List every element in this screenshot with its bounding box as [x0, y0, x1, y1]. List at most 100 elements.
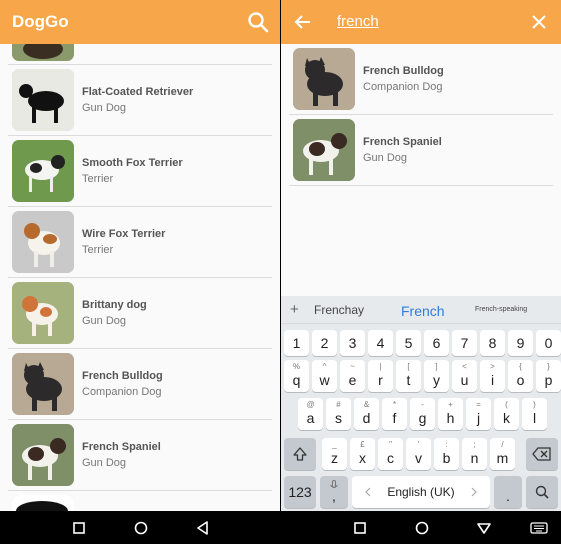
plus-icon[interactable]: +: [290, 301, 299, 318]
key[interactable]: ^ w: [312, 360, 337, 392]
key[interactable]: ; n: [462, 438, 487, 470]
key[interactable]: & d: [354, 398, 379, 430]
home-icon[interactable]: [413, 519, 431, 537]
home-icon[interactable]: [132, 519, 150, 537]
key[interactable]: 4: [368, 330, 393, 356]
key[interactable]: % q: [284, 360, 309, 392]
key[interactable]: £ x: [350, 438, 375, 470]
suggestion-item[interactable]: French: [401, 303, 445, 319]
key[interactable]: @ a: [298, 398, 323, 430]
key[interactable]: > i: [480, 360, 505, 392]
key[interactable]: = j: [466, 398, 491, 430]
key-label: 2: [320, 335, 329, 351]
key-label: m: [496, 450, 509, 466]
space-key[interactable]: English (UK): [352, 476, 490, 508]
key-alt-symbol: _: [332, 440, 337, 449]
suggestion-item[interactable]: Frenchay: [314, 303, 364, 317]
key[interactable]: 5: [396, 330, 421, 356]
key[interactable]: } p: [536, 360, 561, 392]
breed-list-screen: Flat-Coated Retriever Gun Dog Smooth Fox…: [0, 0, 280, 544]
key-label: e: [348, 372, 357, 388]
key-alt-symbol: &: [363, 400, 370, 409]
list-item[interactable]: Flat-Coated Retriever Gun Dog: [8, 65, 272, 136]
symbols-key[interactable]: 123: [284, 476, 316, 508]
list-item[interactable]: Smooth Fox Terrier Terrier: [8, 136, 272, 207]
list-item[interactable]: French Spaniel Gun Dog: [8, 420, 272, 491]
key[interactable]: :b: [434, 438, 459, 470]
search-icon[interactable]: [246, 10, 270, 34]
key[interactable]: 0: [536, 330, 561, 356]
breed-group: Gun Dog: [363, 152, 408, 164]
key-label: h: [446, 410, 455, 426]
key[interactable]: 1: [284, 330, 309, 356]
key[interactable]: * f: [382, 398, 407, 430]
search-results-list[interactable]: French Bulldog Companion Dog French Span…: [281, 44, 561, 188]
key-label: k: [503, 410, 510, 426]
key[interactable]: [t: [396, 360, 421, 392]
key[interactable]: 6: [424, 330, 449, 356]
key[interactable]: 7: [452, 330, 477, 356]
key-label: n: [470, 450, 479, 466]
back-arrow-icon[interactable]: [291, 10, 315, 34]
list-item[interactable]: French Bulldog Companion Dog: [8, 349, 272, 420]
key[interactable]: / m: [490, 438, 515, 470]
key-label: 1: [292, 335, 301, 351]
breed-group: Gun Dog: [82, 457, 127, 469]
key[interactable]: _ z: [322, 438, 347, 470]
key[interactable]: " c: [378, 438, 403, 470]
search-input[interactable]: french: [337, 13, 379, 30]
close-icon[interactable]: [529, 12, 549, 32]
key[interactable]: 9: [508, 330, 533, 356]
dog-thumbnail: [12, 424, 74, 486]
key-label: y: [433, 372, 440, 388]
breed-group: Gun Dog: [82, 315, 127, 327]
key-label: 7: [460, 335, 469, 351]
backspace-key[interactable]: [526, 438, 558, 470]
list-item[interactable]: French Bulldog Companion Dog: [289, 44, 553, 115]
list-item[interactable]: Brittany dog Gun Dog: [8, 278, 272, 349]
search-screen: french French Bulldog Companion Dog Fren…: [281, 0, 561, 544]
key[interactable]: ] y: [424, 360, 449, 392]
key-alt-symbol: <: [462, 362, 467, 371]
key-alt-symbol: }: [547, 362, 550, 371]
keyboard-switch-icon[interactable]: [529, 519, 549, 537]
key[interactable]: -g: [410, 398, 435, 430]
key[interactable]: ' v: [406, 438, 431, 470]
key[interactable]: 2: [312, 330, 337, 356]
key-alt-symbol: >: [490, 362, 495, 371]
key[interactable]: {o: [508, 360, 533, 392]
key[interactable]: < u: [452, 360, 477, 392]
key-label: z: [331, 450, 338, 466]
suggestion-item[interactable]: French-speaking: [475, 306, 527, 313]
recents-icon[interactable]: [351, 519, 369, 537]
list-item[interactable]: [8, 44, 272, 65]
period-key[interactable]: .: [494, 476, 522, 508]
back-nav-icon[interactable]: [194, 519, 212, 537]
key[interactable]: (k: [494, 398, 519, 430]
key-alt-symbol: [: [407, 362, 410, 371]
key[interactable]: 3: [340, 330, 365, 356]
breed-group: Companion Dog: [82, 386, 162, 398]
key-alt-symbol: =: [476, 400, 481, 409]
comma-key[interactable]: ,: [320, 476, 348, 508]
key[interactable]: | r: [368, 360, 393, 392]
key-label: f: [392, 410, 397, 426]
shift-key[interactable]: [284, 438, 316, 470]
key[interactable]: # s: [326, 398, 351, 430]
list-item[interactable]: French Spaniel Gun Dog: [289, 115, 553, 186]
key-label: 0: [544, 335, 553, 351]
search-action-key[interactable]: [526, 476, 558, 508]
key-alt-symbol: ): [533, 400, 536, 409]
hide-keyboard-icon[interactable]: [475, 519, 493, 537]
breed-list[interactable]: Flat-Coated Retriever Gun Dog Smooth Fox…: [0, 44, 280, 511]
key[interactable]: ~ e: [340, 360, 365, 392]
key-label: o: [516, 372, 525, 388]
key-label: a: [306, 410, 315, 426]
key[interactable]: ) l: [522, 398, 547, 430]
key[interactable]: + h: [438, 398, 463, 430]
key-alt-symbol: ^: [322, 362, 327, 371]
list-item[interactable]: Wire Fox Terrier Terrier: [8, 207, 272, 278]
list-item[interactable]: [8, 491, 272, 511]
recents-icon[interactable]: [70, 519, 88, 537]
key[interactable]: 8: [480, 330, 505, 356]
